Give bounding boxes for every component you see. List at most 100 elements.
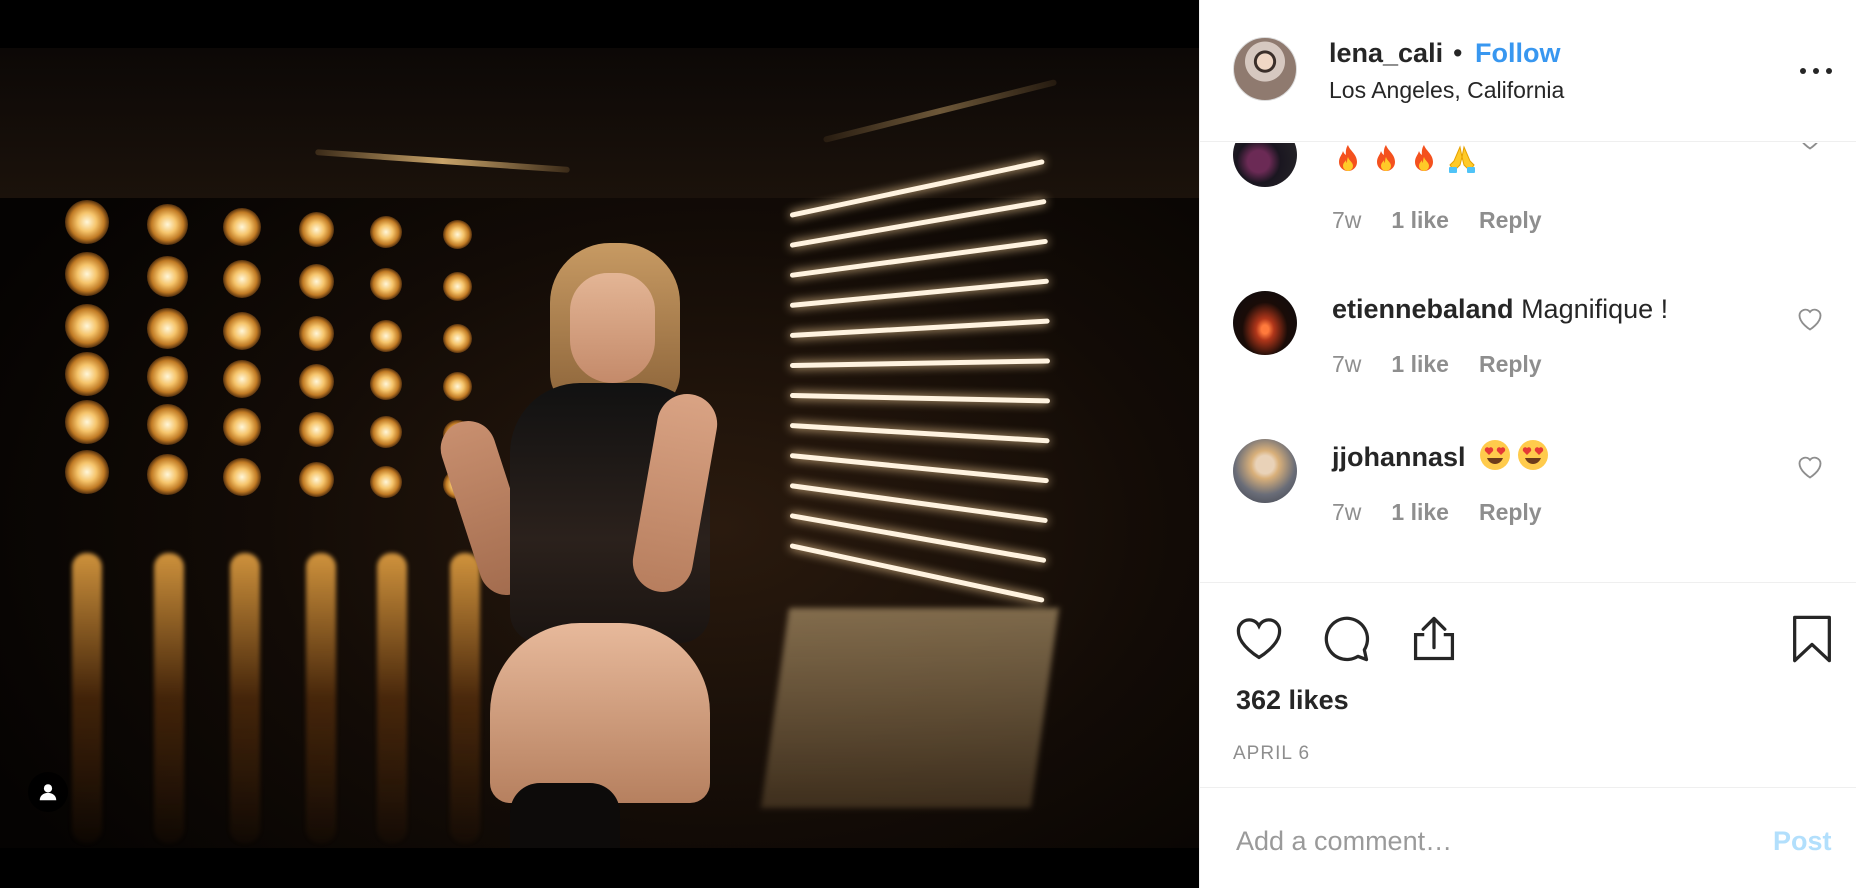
post-photo[interactable] (0, 48, 1199, 848)
light-bulb (65, 200, 109, 244)
comment-likes[interactable]: 1 like (1391, 207, 1449, 234)
light-bulb (370, 368, 402, 400)
light-bulb (443, 220, 472, 249)
light-bulb (65, 400, 109, 444)
light-bulb (223, 458, 261, 496)
light-bulb (299, 212, 334, 247)
bulb-reflection (72, 553, 102, 843)
commenter-avatar[interactable] (1233, 143, 1297, 187)
post-actions: 362 likes APRIL 6 (1200, 582, 1856, 787)
author-avatar[interactable] (1233, 37, 1297, 101)
light-bulb (223, 408, 261, 446)
reply-button[interactable]: Reply (1479, 207, 1542, 234)
comment-item: 7w 1 like Reply (1200, 143, 1856, 283)
floor-glow (760, 608, 1060, 808)
bulb-reflection (377, 553, 407, 843)
comment-meta: 7w 1 like Reply (1332, 499, 1542, 526)
post-header: lena_cali • Follow Los Angeles, Californ… (1200, 0, 1856, 142)
light-bulb (223, 312, 261, 350)
light-bulb (370, 416, 402, 448)
bulb-reflection (306, 553, 336, 843)
light-bulb (65, 304, 109, 348)
comment-likes[interactable]: 1 like (1391, 351, 1449, 378)
comment-meta: 7w 1 like Reply (1332, 351, 1542, 378)
instagram-post: lena_cali • Follow Los Angeles, Californ… (0, 0, 1856, 888)
comment-body: Magnifique ! (1521, 294, 1669, 324)
fire-icon (1339, 145, 1357, 171)
comment-likes[interactable]: 1 like (1391, 499, 1449, 526)
light-bulb (65, 352, 109, 396)
comments-list[interactable]: 7w 1 like Reply etiennebaland Magnifique… (1200, 143, 1856, 581)
model-face (570, 273, 655, 383)
comment-like-heart-icon[interactable] (1796, 306, 1824, 332)
light-bulb (370, 320, 402, 352)
post-media (0, 0, 1199, 888)
light-bulb (443, 272, 472, 301)
author-username[interactable]: lena_cali (1329, 38, 1443, 69)
comment-emojis (1479, 440, 1555, 472)
ceiling (0, 48, 1199, 198)
tagged-users-button[interactable] (28, 772, 68, 812)
comment-icon[interactable] (1321, 613, 1373, 665)
post-date[interactable]: APRIL 6 (1233, 743, 1310, 765)
light-bulb (299, 316, 334, 351)
comment-like-heart-icon[interactable] (1796, 454, 1824, 480)
light-bulb (443, 324, 472, 353)
bookmark-icon[interactable] (1786, 613, 1838, 665)
comment-time[interactable]: 7w (1332, 351, 1361, 378)
comment-text: etiennebaland Magnifique ! (1332, 294, 1668, 325)
light-tube (789, 423, 1050, 444)
fire-icon (1377, 145, 1395, 171)
light-bulb (370, 466, 402, 498)
light-bulb (147, 204, 188, 245)
share-icon[interactable] (1408, 613, 1460, 665)
comment-time[interactable]: 7w (1332, 207, 1361, 234)
follow-button[interactable]: Follow (1475, 38, 1560, 69)
post-location[interactable]: Los Angeles, California (1329, 77, 1564, 104)
post-sidebar: lena_cali • Follow Los Angeles, Californ… (1199, 0, 1856, 888)
light-tube (789, 318, 1050, 338)
light-tube (789, 278, 1050, 308)
more-options-icon[interactable] (1798, 58, 1834, 82)
likes-count[interactable]: 362 likes (1236, 685, 1349, 716)
comment-text (1332, 143, 1484, 177)
comment-input[interactable] (1236, 822, 1756, 860)
comment-item: jjohannasl 7w 1 like Reply (1200, 439, 1856, 581)
light-bulb (147, 356, 188, 397)
separator-dot: • (1453, 38, 1463, 68)
post-comment-button[interactable]: Post (1773, 826, 1832, 857)
person-icon (39, 784, 57, 801)
add-comment-bar: Post (1200, 787, 1856, 888)
bulb-reflection (154, 553, 184, 843)
commenter-avatar[interactable] (1233, 439, 1297, 503)
model-figure (433, 243, 800, 848)
light-bulb (147, 454, 188, 495)
comment-time[interactable]: 7w (1332, 499, 1361, 526)
light-tube (789, 358, 1051, 368)
comment-emojis (1332, 145, 1484, 176)
light-bulb (147, 256, 188, 297)
reply-button[interactable]: Reply (1479, 351, 1542, 378)
bulb-wall (55, 200, 495, 530)
comment-username[interactable]: etiennebaland (1332, 294, 1514, 324)
light-bulb (65, 252, 109, 296)
reply-button[interactable]: Reply (1479, 499, 1542, 526)
comment-item: etiennebaland Magnifique ! 7w 1 like Rep… (1200, 291, 1856, 439)
comment-text: jjohannasl (1332, 439, 1555, 473)
commenter-avatar[interactable] (1233, 291, 1297, 355)
heart-eyes-icon (1518, 440, 1549, 470)
light-tube (789, 393, 1050, 404)
light-bulb (147, 308, 188, 349)
light-bulb (223, 260, 261, 298)
light-bulb (370, 216, 402, 248)
comment-username[interactable]: jjohannasl (1332, 442, 1466, 472)
model-legs (490, 623, 710, 803)
comment-like-heart-icon[interactable] (1796, 143, 1824, 151)
light-bulb (147, 404, 188, 445)
light-bulb (65, 450, 109, 494)
light-bulb (299, 364, 334, 399)
heart-icon[interactable] (1233, 613, 1285, 665)
light-bulb (443, 372, 472, 401)
light-tube (789, 483, 1048, 524)
comment-meta: 7w 1 like Reply (1332, 207, 1542, 234)
